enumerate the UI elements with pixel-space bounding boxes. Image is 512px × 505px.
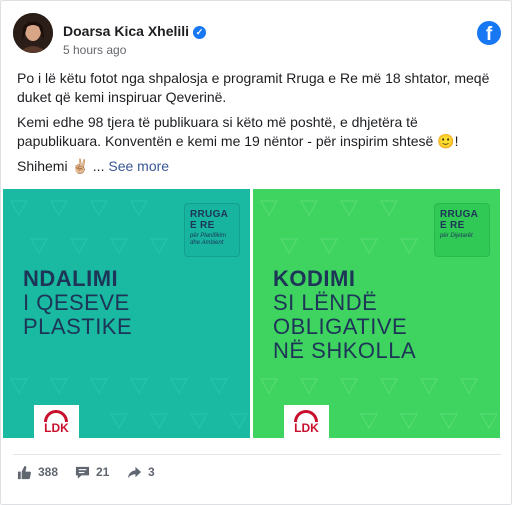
avatar[interactable] [13, 13, 53, 53]
image-kodimi[interactable]: RRUGA E RE për Dijetarët KODIMI SI LËNDË… [253, 189, 500, 438]
share-count: 3 [148, 465, 155, 479]
verified-badge-icon: ✓ [193, 26, 207, 39]
image-ndalimi[interactable]: RRUGA E RE për Planifikim dhe Ambient ND… [3, 189, 250, 438]
heading-bold: NDALIMI [23, 266, 119, 291]
like-count: 388 [38, 465, 59, 479]
avatar-image [13, 13, 53, 53]
rruga-e-re-badge: RRUGA E RE për Dijetarët [434, 203, 490, 257]
post-images: RRUGA E RE për Planifikim dhe Ambient ND… [3, 189, 500, 438]
ldk-logo: LDK [284, 405, 329, 438]
heading-line: I QESEVE [23, 290, 130, 315]
badge-subtitle: për Dijetarët [440, 233, 473, 239]
heading-bold: KODIMI [273, 266, 356, 291]
post-timestamp[interactable]: 5 hours ago [63, 43, 126, 57]
share-button[interactable]: 3 [127, 463, 155, 481]
share-icon [127, 466, 142, 478]
like-button[interactable]: 388 [17, 463, 58, 481]
heading-line: SI LËNDË [273, 290, 378, 315]
comment-count: 21 [96, 465, 110, 479]
author-name-text[interactable]: Doarsa Kica Xhelili [63, 23, 189, 39]
rruga-e-re-badge: RRUGA E RE për Planifikim dhe Ambient [184, 203, 240, 257]
ldk-logo: LDK [34, 405, 79, 438]
see-more-link[interactable]: See more [108, 158, 169, 174]
facebook-logo-icon[interactable]: f [477, 21, 501, 45]
comment-button[interactable]: 21 [75, 463, 109, 481]
post-text: Po i lë këtu fotot nga shpalosja e progr… [17, 69, 497, 182]
badge-title: RRUGA E RE [190, 209, 229, 231]
heading-line: PLASTIKE [23, 314, 133, 339]
post-last-line-text: Shihemi ✌🏼 ... [17, 158, 105, 174]
like-icon [17, 465, 31, 479]
ldk-logo-text: LDK [44, 421, 69, 435]
post-paragraph: Kemi edhe 98 tjera të publikuara si këto… [17, 114, 459, 149]
badge-title: RRUGA E RE [440, 209, 479, 231]
comment-icon [75, 466, 90, 479]
divider [13, 454, 501, 455]
author-name[interactable]: Doarsa Kica Xhelili ✓ [63, 23, 207, 39]
post-header: Doarsa Kica Xhelili ✓ 5 hours ago f [13, 13, 501, 59]
heading-line: NË SHKOLLA [273, 338, 417, 363]
image-heading: KODIMI SI LËNDË OBLIGATIVE NË SHKOLLA [273, 267, 416, 363]
badge-subtitle: për Planifikim dhe Ambient [190, 233, 227, 246]
post-last-line: Shihemi ✌🏼 ... See more [17, 157, 497, 176]
post-paragraph: Po i lë këtu fotot nga shpalosja e progr… [17, 70, 490, 105]
image-heading: NDALIMI I QESEVE PLASTIKE [23, 267, 132, 339]
post-card: Doarsa Kica Xhelili ✓ 5 hours ago f Po i … [0, 0, 512, 505]
heading-line: OBLIGATIVE [273, 314, 408, 339]
ldk-logo-text: LDK [294, 421, 319, 435]
